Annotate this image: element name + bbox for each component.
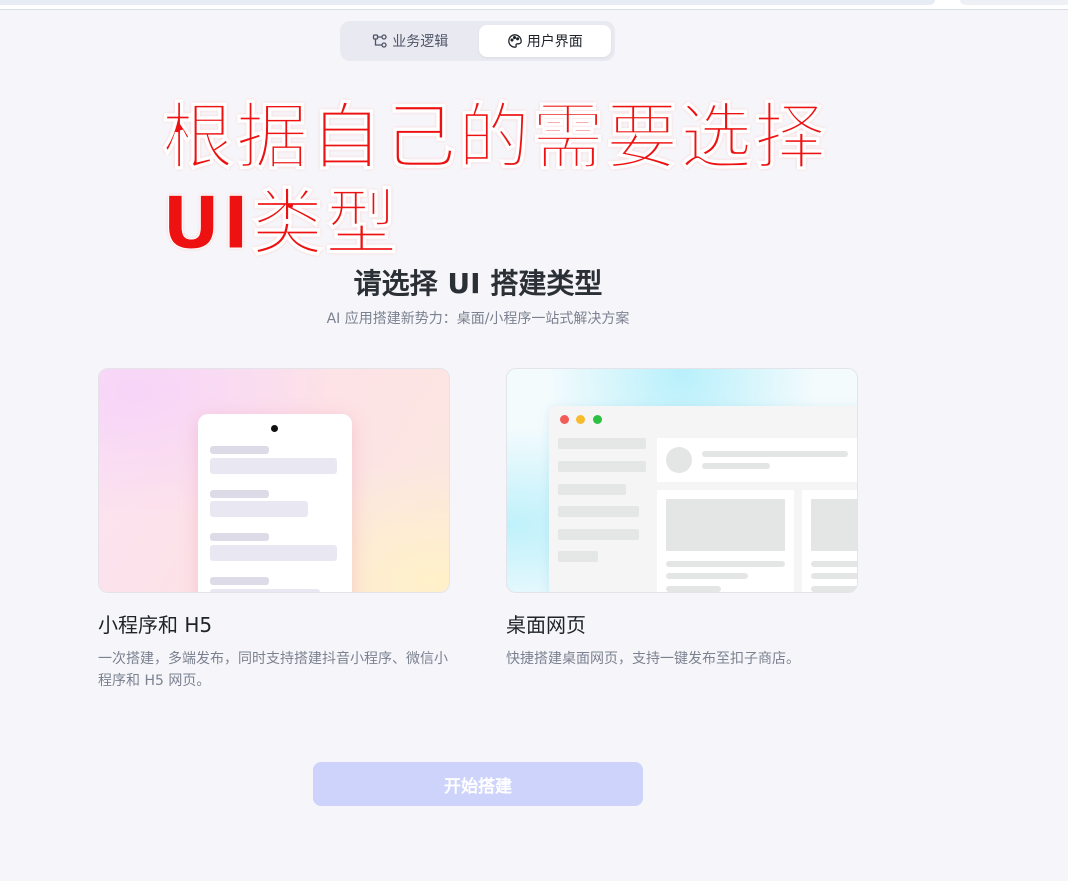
mock-label	[210, 577, 269, 585]
mock-content-card	[657, 490, 794, 592]
desktop-preview-image	[506, 368, 858, 593]
browser-toolbar	[0, 0, 1068, 10]
mock-field	[210, 458, 337, 474]
miniprogram-preview-image	[98, 368, 450, 593]
mock-sidebar-item	[558, 461, 646, 472]
mock-field	[210, 501, 308, 517]
annotation-line-2: UI类型	[162, 181, 400, 266]
mock-image-block	[666, 499, 785, 551]
card-title: 小程序和 H5	[98, 613, 213, 637]
mock-text-line	[811, 586, 857, 592]
mock-label	[210, 490, 269, 498]
option-card-miniprogram-h5[interactable]: 小程序和 H5 一次搭建，多端发布，同时支持搭建抖音小程序、微信小程序和 H5 …	[98, 368, 450, 692]
mock-sidebar-item	[558, 529, 639, 540]
card-description: 快捷搭建桌面网页，支持一键发布至扣子商店。	[506, 651, 800, 667]
mock-text-line	[666, 561, 785, 567]
mock-image-block	[811, 499, 857, 551]
palette-icon	[507, 33, 523, 49]
mode-tabs: 业务逻辑 用户界面	[340, 21, 615, 61]
card-title: 桌面网页	[506, 613, 586, 637]
mock-text-line	[666, 586, 721, 592]
phone-camera-dot	[271, 425, 278, 432]
option-card-desktop-web[interactable]: 桌面网页 快捷搭建桌面网页，支持一键发布至扣子商店。	[506, 368, 858, 670]
mock-sidebar-item	[558, 438, 646, 449]
mock-label	[210, 533, 269, 541]
window-close-dot	[560, 415, 569, 424]
mock-field	[210, 545, 337, 561]
annotation-line-1: 根据自己的需要选择	[162, 95, 829, 180]
tab-label: 业务逻辑	[392, 34, 449, 50]
page-title: 请选择 UI 搭建类型	[353, 267, 603, 300]
tab-label: 用户界面	[526, 34, 583, 50]
address-bar[interactable]	[0, 0, 935, 5]
window-maximize-dot	[593, 415, 602, 424]
mock-text-line	[811, 561, 857, 567]
mock-sidebar-item	[558, 506, 639, 517]
mock-text-line	[811, 573, 857, 579]
mock-avatar	[666, 447, 692, 473]
mock-field	[210, 589, 320, 592]
toolbar-field[interactable]	[960, 0, 1068, 5]
mock-header-panel	[657, 438, 857, 482]
mock-content-card	[802, 490, 857, 592]
tab-business-logic[interactable]: 业务逻辑	[344, 25, 477, 57]
flow-nodes-icon	[372, 33, 388, 49]
page-subtitle: AI 应用搭建新势力：桌面/小程序一站式解决方案	[326, 311, 630, 327]
window-minimize-dot	[576, 415, 585, 424]
mock-text-line	[666, 573, 748, 579]
mock-sidebar-item	[558, 484, 626, 495]
tab-user-interface[interactable]: 用户界面	[478, 25, 611, 57]
mock-label	[210, 446, 269, 454]
mock-text-line	[702, 463, 770, 469]
browser-window-mockup	[549, 406, 857, 592]
phone-mockup	[198, 414, 352, 592]
mock-sidebar-item	[558, 551, 598, 562]
mock-text-line	[702, 451, 848, 457]
annotation-overlay: 根据自己的需要选择 UI类型	[162, 94, 862, 266]
card-description: 一次搭建，多端发布，同时支持搭建抖音小程序、微信小程序和 H5 网页。	[98, 651, 448, 689]
start-building-button[interactable]: 开始搭建	[313, 762, 643, 806]
